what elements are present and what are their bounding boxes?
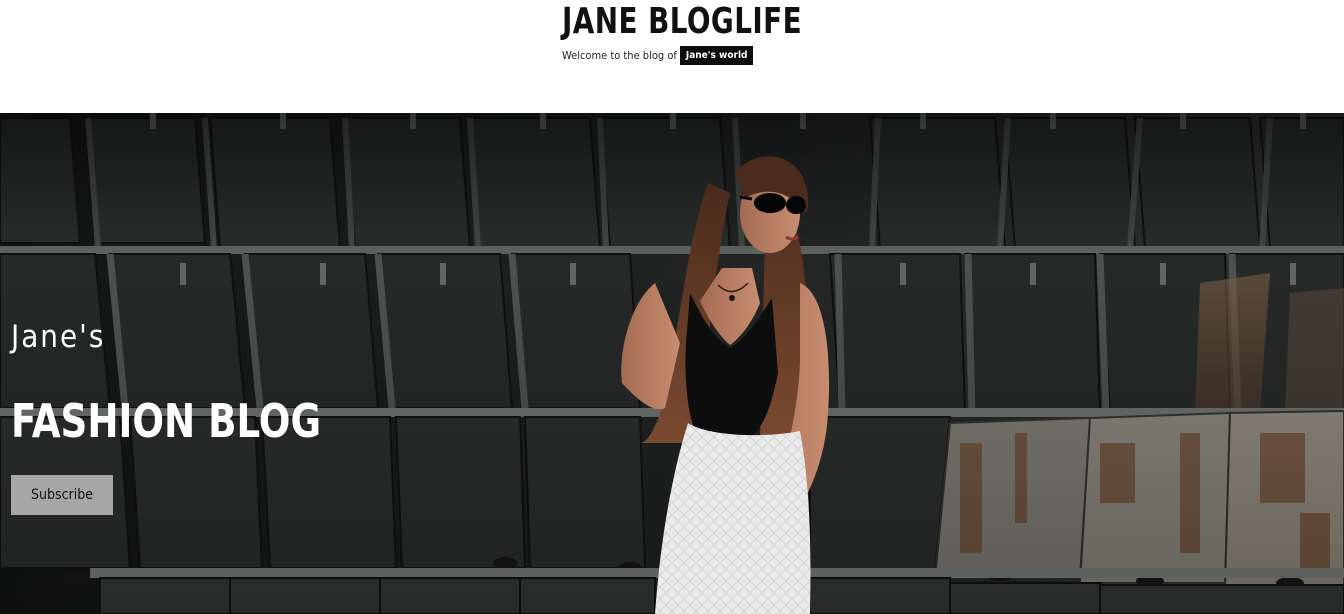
site-header: JANE BLOGLIFE Welcome to the blog of Jan…: [0, 0, 1344, 113]
site-branding: JANE BLOGLIFE Welcome to the blog of Jan…: [562, 0, 841, 65]
site-tagline: Welcome to the blog of Jane's world: [562, 46, 841, 65]
hero-banner: Jane's FASHION BLOG Subscribe: [0, 113, 1344, 614]
site-title[interactable]: JANE BLOGLIFE: [562, 0, 802, 44]
tagline-text: Welcome to the blog of: [562, 49, 677, 62]
hero-background-image: [0, 113, 1344, 614]
hero-kicker: Jane's: [11, 319, 106, 355]
tagline-highlight: Jane's world: [679, 46, 754, 65]
hero-title: FASHION BLOG: [11, 394, 322, 448]
subscribe-button[interactable]: Subscribe: [11, 475, 113, 515]
